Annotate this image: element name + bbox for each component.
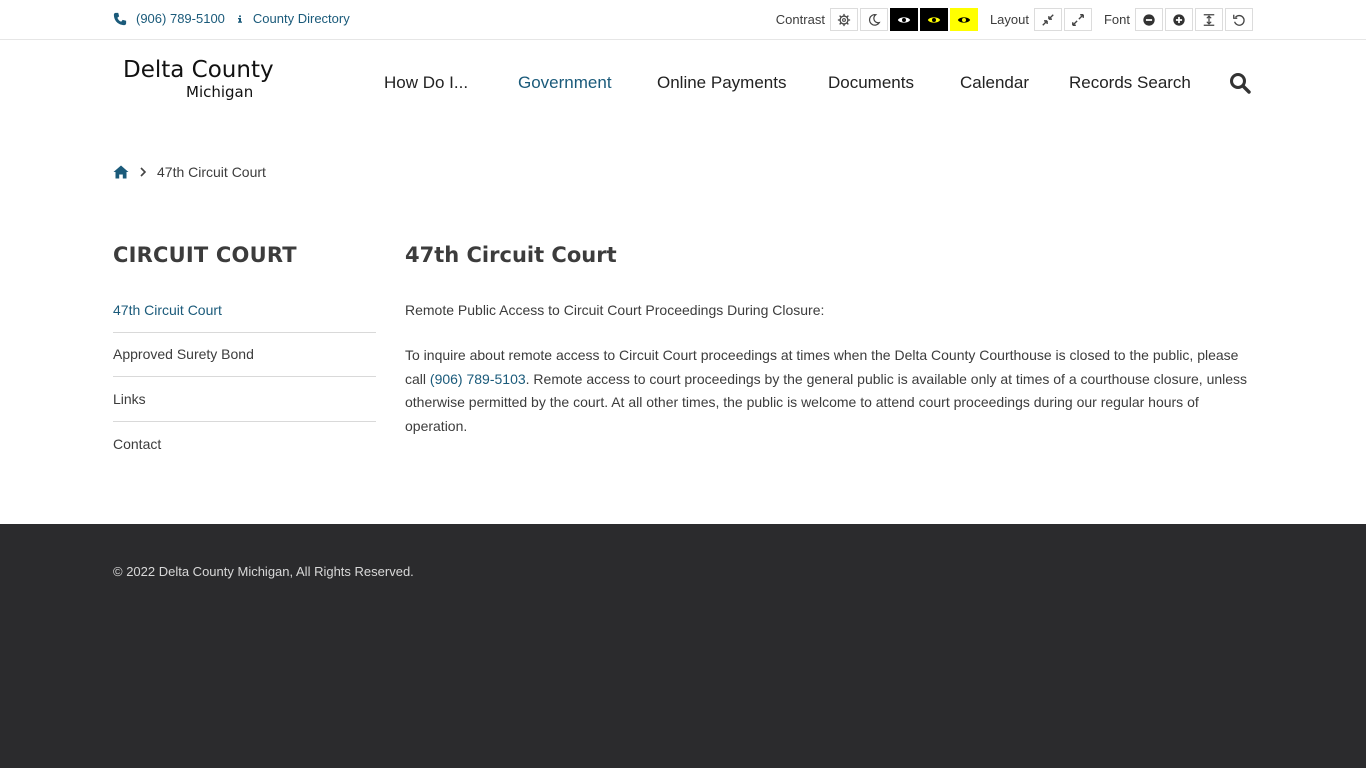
utility-links: (906) 789-5100 County Directory [113, 11, 361, 26]
expand-icon [1072, 13, 1084, 26]
page-title: 47th Circuit Court [405, 243, 617, 267]
site-header: Delta County Michigan How Do I... Govern… [0, 41, 1366, 125]
nav-item-government[interactable]: Government [518, 73, 612, 93]
body-text-after: . Remote access to court proceedings by … [405, 370, 1248, 434]
contrast-yellow-black-button[interactable] [949, 8, 978, 31]
nav-item-records-search[interactable]: Records Search [1069, 73, 1191, 93]
intro-paragraph: Remote Public Access to Circuit Court Pr… [405, 302, 825, 318]
site-footer: © 2022 Delta County Michigan, All Rights… [0, 524, 1366, 768]
sidebar-nav: 47th Circuit Court Approved Surety Bond … [113, 288, 376, 466]
utility-bar: (906) 789-5100 County Directory Contrast [0, 0, 1366, 40]
sidebar-item-links[interactable]: Links [113, 377, 376, 422]
sidebar-item-47th-circuit-court[interactable]: 47th Circuit Court [113, 288, 376, 333]
site-logo[interactable]: Delta County Michigan [123, 57, 274, 100]
line-height-button[interactable] [1195, 8, 1223, 31]
phone-link[interactable]: (906) 789-5100 [113, 11, 225, 26]
font-label: Font [1103, 12, 1130, 27]
contrast-black-yellow-button[interactable] [919, 8, 948, 31]
search-icon[interactable] [1229, 72, 1251, 94]
sidebar-item-contact[interactable]: Contact [113, 422, 376, 467]
layout-expand-button[interactable] [1063, 8, 1092, 31]
accessibility-toolbar: Contrast Layout Font [776, 8, 1253, 31]
sidebar-title: CIRCUIT COURT [113, 243, 297, 267]
breadcrumb-current: 47th Circuit Court [157, 164, 266, 180]
info-icon [237, 14, 242, 23]
county-directory-label: County Directory [252, 11, 350, 26]
layout-compress-button[interactable] [1033, 8, 1062, 31]
contrast-label: Contrast [775, 12, 825, 27]
moon-icon [868, 13, 881, 26]
font-increase-button[interactable] [1165, 8, 1193, 31]
text-height-icon [1203, 13, 1215, 26]
copyright-text: © 2022 Delta County Michigan, All Rights… [113, 564, 414, 579]
phone-icon [113, 12, 127, 25]
county-directory-link[interactable]: County Directory [236, 11, 350, 26]
chevron-right-icon [140, 167, 147, 177]
logo-line-1: Delta County [123, 57, 274, 83]
court-phone-link[interactable]: (906) 789-5103 [430, 371, 526, 387]
contrast-black-white-button[interactable] [889, 8, 918, 31]
eye-icon [927, 16, 941, 23]
gear-icon [837, 13, 851, 26]
dark-mode-button[interactable] [859, 8, 888, 31]
font-decrease-button[interactable] [1135, 8, 1163, 31]
eye-icon [897, 16, 911, 23]
breadcrumb: 47th Circuit Court [113, 164, 266, 180]
compress-icon [1042, 13, 1054, 26]
logo-line-2: Michigan [186, 83, 254, 101]
plus-circle-icon [1173, 13, 1185, 26]
undo-icon [1233, 14, 1245, 26]
sidebar-item-approved-surety-bond[interactable]: Approved Surety Bond [113, 333, 376, 377]
nav-item-online-payments[interactable]: Online Payments [657, 73, 786, 93]
nav-item-how-do-i[interactable]: How Do I... [384, 73, 468, 93]
eye-icon [957, 16, 971, 23]
reset-button[interactable] [1225, 8, 1253, 31]
minus-circle-icon [1143, 13, 1155, 26]
body-paragraph: To inquire about remote access to Circui… [405, 344, 1250, 438]
layout-label: Layout [989, 12, 1029, 27]
nav-item-documents[interactable]: Documents [828, 73, 914, 93]
contrast-settings-button[interactable] [829, 8, 858, 31]
home-icon[interactable] [113, 164, 129, 180]
phone-number: (906) 789-5100 [136, 11, 225, 26]
nav-item-calendar[interactable]: Calendar [960, 73, 1029, 93]
